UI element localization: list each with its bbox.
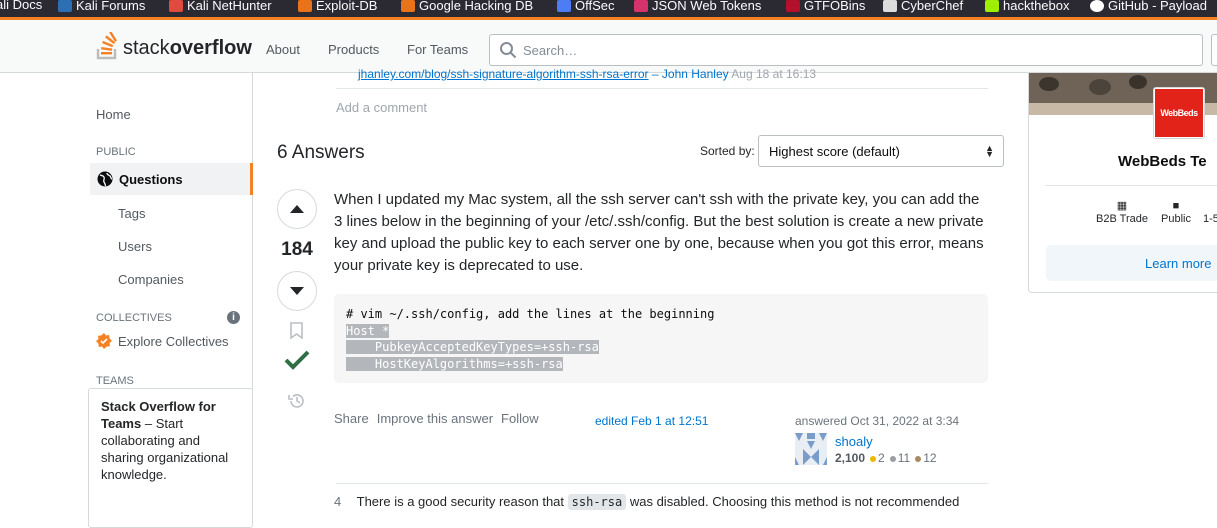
bookmark-google-hacking-db[interactable]: Google Hacking DB: [401, 0, 533, 12]
share-link[interactable]: Share: [334, 411, 369, 426]
search-placeholder: Search…: [523, 43, 578, 58]
top-bar: stackoverflow About Products For Teams S…: [0, 17, 1217, 73]
company-name[interactable]: WebBeds Te: [1118, 153, 1207, 170]
company-logo[interactable]: WebBeds: [1153, 87, 1205, 139]
bookmark-hackthebox[interactable]: hackthebox: [985, 0, 1070, 12]
size-meta: 1-5: [1203, 213, 1217, 225]
silver-badge: 11: [889, 451, 910, 465]
github-icon: [1090, 0, 1104, 12]
user-reputation: 2,100 2 11 12: [835, 451, 937, 465]
post-menu: Share Improve this answer Follow: [334, 411, 539, 426]
teams-promo: Stack Overflow for Teams – Start collabo…: [88, 388, 253, 528]
bookmark-icon[interactable]: [290, 322, 303, 339]
offsec-icon: [557, 0, 571, 12]
info-icon[interactable]: i: [227, 311, 240, 324]
gold-badge: 2: [870, 451, 885, 465]
industry-meta: ▦ B2B Trade: [1096, 200, 1148, 225]
downvote-button[interactable]: [277, 271, 317, 311]
follow-link[interactable]: Follow: [501, 411, 539, 426]
answer-comment-divider: [336, 483, 988, 484]
edited-link[interactable]: edited Feb 1 at 12:51: [595, 414, 708, 428]
nav-section-public: PUBLIC: [96, 146, 136, 158]
exploit-db-icon: [298, 0, 312, 12]
bronze-badge: 12: [915, 451, 937, 465]
comment-link[interactable]: jhanley.com/blog/ssh-signature-algorithm…: [358, 67, 649, 81]
globe-icon: [97, 171, 113, 187]
previous-comment: jhanley.com/blog/ssh-signature-algorithm…: [358, 67, 816, 81]
collectives-icon: [96, 333, 112, 349]
main-content: jhanley.com/blog/ssh-signature-algorithm…: [253, 67, 1028, 513]
bookmark-exploit-db[interactable]: Exploit-DB: [298, 0, 377, 12]
company-card: WebBeds WebBeds Te ▦ B2B Trade ■ Public …: [1028, 73, 1217, 293]
nav-explore-collectives[interactable]: Explore Collectives: [96, 333, 229, 349]
bookmark-cyberchef[interactable]: CyberChef: [883, 0, 963, 12]
nav-companies[interactable]: Companies: [118, 272, 184, 287]
inline-code: ssh-rsa: [567, 494, 627, 510]
code-line-1: # vim ~/.ssh/config, add the lines at th…: [346, 307, 715, 321]
bookmark-json-web-tokens[interactable]: JSON Web Tokens: [634, 0, 761, 12]
comment-date: Aug 18 at 16:13: [731, 67, 817, 81]
nav-section-collectives: COLLECTIVES: [96, 312, 172, 324]
bookmark-gtfobins[interactable]: GTFOBins: [786, 0, 865, 12]
card-divider: [1045, 185, 1217, 186]
arrow-up-icon: [290, 205, 304, 213]
briefcase-icon: ■: [1172, 200, 1180, 212]
gtfobins-icon: [786, 0, 800, 12]
accepted-check-icon: [284, 350, 310, 370]
bookmark-offsec[interactable]: OffSec: [557, 0, 615, 12]
nav-home[interactable]: Home: [96, 107, 131, 122]
history-icon[interactable]: [288, 392, 306, 410]
sort-label: Sorted by:: [700, 144, 755, 158]
stackoverflow-logo-icon: [96, 32, 118, 60]
comment-author[interactable]: – John Hanley: [652, 67, 729, 81]
comment-divider: [336, 88, 988, 89]
code-block: # vim ~/.ssh/config, add the lines at th…: [334, 294, 988, 383]
type-meta: ■ Public: [1161, 200, 1191, 225]
ghdb-icon: [401, 0, 415, 12]
user-name[interactable]: shoaly: [835, 434, 873, 449]
code-line-2: Host *: [346, 323, 390, 338]
learn-more-button[interactable]: Learn more: [1046, 245, 1217, 281]
cyberchef-icon: [883, 0, 897, 12]
building-icon: ▦: [1116, 200, 1128, 212]
nav-products[interactable]: Products: [328, 42, 379, 57]
upvote-button[interactable]: [277, 189, 317, 229]
sort-select[interactable]: Highest score (default) ▲ ▼: [758, 135, 1004, 167]
nav-tags[interactable]: Tags: [118, 206, 145, 221]
code-line-3: PubkeyAcceptedKeyTypes=+ssh-rsa: [346, 340, 599, 355]
left-sidebar: Home PUBLIC Questions Tags Users Compani…: [0, 73, 253, 528]
select-arrows-icon: ▲ ▼: [985, 143, 994, 159]
nav-section-teams: TEAMS: [96, 375, 134, 387]
nav-about[interactable]: About: [266, 42, 300, 57]
nav-for-teams[interactable]: For Teams: [407, 42, 468, 57]
user-avatar[interactable]: [795, 433, 827, 465]
jwt-icon: [634, 0, 648, 12]
comment: 4 There is a good security reason that s…: [334, 494, 960, 510]
search-input[interactable]: Search…: [489, 34, 1203, 66]
nav-users[interactable]: Users: [118, 239, 152, 254]
nethunter-icon: [169, 0, 183, 12]
add-comment-link[interactable]: Add a comment: [336, 100, 427, 115]
logo-text: stackoverflow: [123, 37, 252, 59]
hackthebox-icon: [985, 0, 999, 12]
improve-answer-link[interactable]: Improve this answer: [377, 411, 493, 426]
arrow-down-icon: [290, 287, 304, 295]
answer-body: When I updated my Mac system, all the ss…: [334, 191, 984, 274]
kali-icon: [58, 0, 72, 12]
answers-header: 6 Answers: [277, 142, 365, 163]
search-icon: [500, 42, 517, 59]
stackoverflow-logo[interactable]: stackoverflow: [96, 32, 252, 60]
vote-count: 184: [281, 239, 313, 260]
bookmark-github-payload[interactable]: GitHub - Payload: [1090, 0, 1207, 12]
bookmark-kali-nethunter[interactable]: Kali NetHunter: [169, 0, 272, 12]
header-overflow-button[interactable]: [1211, 34, 1217, 66]
bookmark-kali-docs[interactable]: ali Docs: [0, 0, 42, 11]
nav-questions[interactable]: Questions: [90, 163, 253, 195]
answered-date: answered Oct 31, 2022 at 3:34: [795, 414, 960, 428]
comment-score: 4: [334, 494, 342, 509]
bookmark-kali-forums[interactable]: Kali Forums: [58, 0, 145, 12]
bookmarks-bar: ali Docs Kali Forums Kali NetHunter Expl…: [0, 0, 1217, 17]
code-line-4: HostKeyAlgorithms=+ssh-rsa: [346, 357, 563, 372]
